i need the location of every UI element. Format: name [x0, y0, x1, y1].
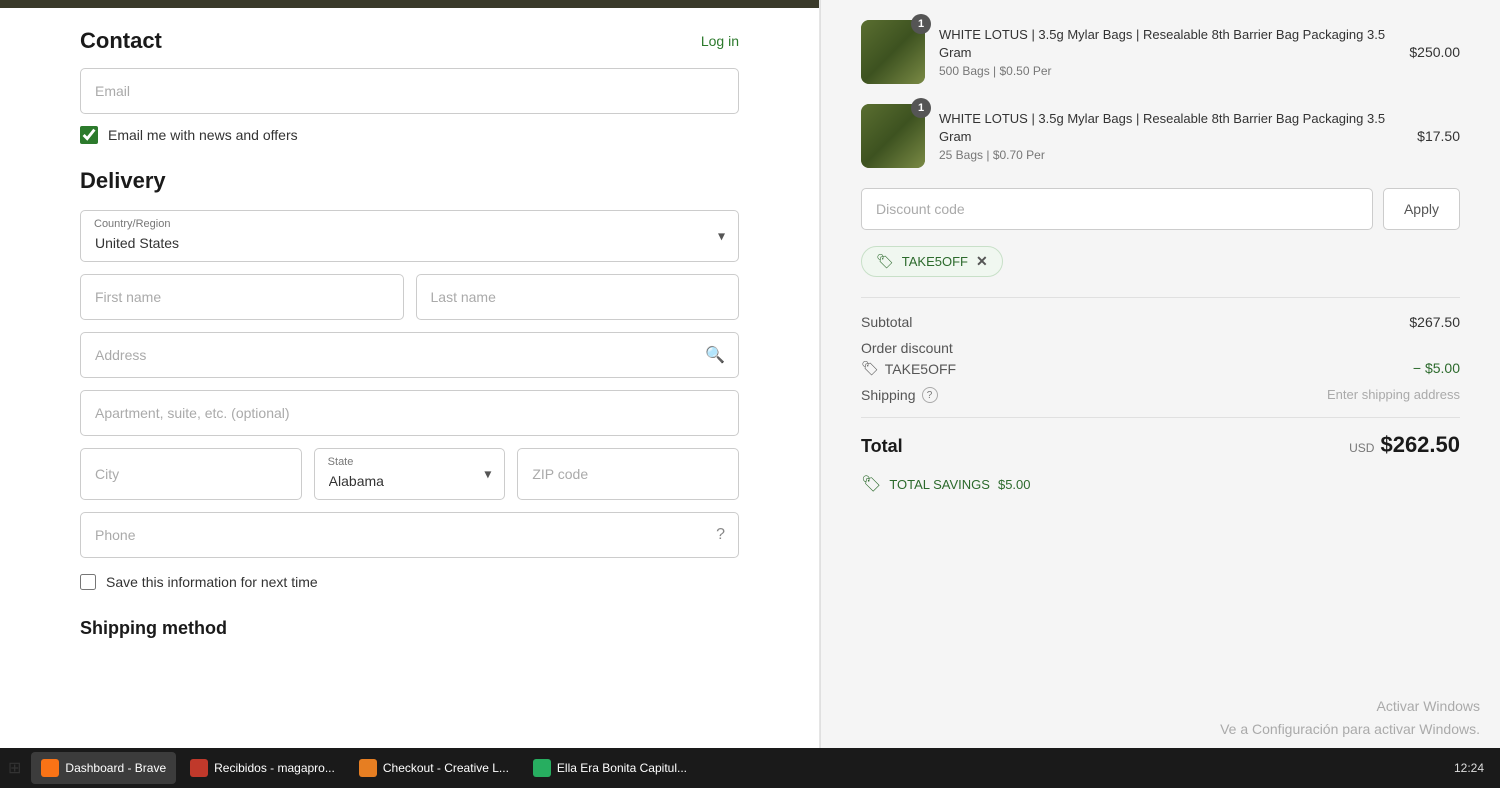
save-info-row: Save this information for next time — [80, 574, 739, 590]
taskbar-item-0[interactable]: Dashboard - Brave — [31, 752, 176, 784]
shipping-method-title: Shipping method — [80, 618, 739, 639]
remove-coupon-icon[interactable]: ✕ — [976, 253, 988, 270]
shipping-label: Shipping ? — [861, 387, 938, 403]
shipping-value: Enter shipping address — [1327, 387, 1460, 403]
activate-title: Activar Windows — [1220, 695, 1480, 717]
taskbar-label-1: Recibidos - magapro... — [214, 761, 335, 775]
country-region-wrapper: Country/Region United States Canada Unit… — [80, 210, 739, 262]
savings-label: TOTAL SAVINGS — [889, 477, 990, 492]
zip-field[interactable] — [517, 448, 739, 500]
help-icon[interactable]: ? — [716, 526, 725, 544]
total-label: Total — [861, 436, 903, 457]
contact-title: Contact — [80, 28, 162, 54]
discount-value: − $5.00 — [1413, 360, 1460, 377]
item-1-badge: 1 — [911, 14, 931, 34]
item-2-image-wrapper: 1 — [861, 104, 925, 168]
banner — [0, 0, 819, 8]
item-2-detail: 25 Bags | $0.70 Per — [939, 148, 1403, 162]
left-panel: Contact Log in Email me with news and of… — [0, 0, 820, 788]
total-value-wrapper: USD $262.50 — [1349, 432, 1460, 458]
shipping-row: Shipping ? Enter shipping address — [861, 387, 1460, 403]
windows-start-button[interactable]: ⊞ — [8, 758, 21, 778]
item-2-price: $17.50 — [1417, 128, 1460, 144]
taskbar-icon-0 — [41, 759, 59, 777]
coupon-code-label: TAKE5OFF — [902, 254, 968, 269]
delivery-section: Delivery Country/Region United States Ca… — [80, 168, 739, 639]
item-2-info: WHITE LOTUS | 3.5g Mylar Bags | Resealab… — [939, 110, 1403, 162]
name-row — [80, 274, 739, 320]
item-2-badge: 1 — [911, 98, 931, 118]
page-wrapper: Contact Log in Email me with news and of… — [0, 0, 1500, 788]
total-amount: $262.50 — [1380, 432, 1460, 458]
first-name-field[interactable] — [80, 274, 404, 320]
taskbar-icon-2 — [359, 759, 377, 777]
item-2-name: WHITE LOTUS | 3.5g Mylar Bags | Resealab… — [939, 110, 1403, 146]
order-item-1: 1 WHITE LOTUS | 3.5g Mylar Bags | Reseal… — [861, 20, 1460, 84]
taskbar-label-3: Ella Era Bonita Capitul... — [557, 761, 687, 775]
state-wrapper: State Alabama Alaska Arizona California … — [314, 448, 506, 500]
address-wrapper: 🔍 — [80, 332, 739, 378]
email-field[interactable] — [80, 68, 739, 114]
taskbar-item-3[interactable]: Ella Era Bonita Capitul... — [523, 752, 697, 784]
total-currency: USD — [1349, 441, 1374, 455]
taskbar: ⊞ Dashboard - Brave Recibidos - magapro.… — [0, 748, 1500, 788]
save-info-checkbox[interactable] — [80, 574, 96, 590]
tag-icon: 🏷 — [876, 253, 894, 270]
taskbar-label-2: Checkout - Creative L... — [383, 761, 509, 775]
save-info-label: Save this information for next time — [106, 574, 318, 590]
city-state-zip-row: State Alabama Alaska Arizona California … — [80, 448, 739, 500]
order-discount-coupon: 🏷 TAKE5OFF − $5.00 — [861, 360, 1460, 377]
last-name-field[interactable] — [416, 274, 740, 320]
subtotal-value: $267.50 — [1409, 314, 1460, 330]
discount-tag-icon: 🏷 — [861, 360, 879, 377]
discount-input[interactable] — [861, 188, 1373, 230]
log-in-link[interactable]: Log in — [701, 33, 739, 49]
coupon-name-row: 🏷 TAKE5OFF — [861, 360, 956, 377]
phone-field[interactable] — [80, 512, 739, 558]
state-select[interactable]: Alabama Alaska Arizona California — [314, 448, 506, 500]
subtotal-label: Subtotal — [861, 314, 912, 330]
discount-row: Apply — [861, 188, 1460, 230]
taskbar-time: 12:24 — [1454, 761, 1484, 775]
address-field[interactable] — [80, 332, 739, 378]
apt-row — [80, 390, 739, 436]
item-1-info: WHITE LOTUS | 3.5g Mylar Bags | Resealab… — [939, 26, 1395, 78]
discount-coupon-name: TAKE5OFF — [885, 361, 956, 377]
item-1-name: WHITE LOTUS | 3.5g Mylar Bags | Resealab… — [939, 26, 1395, 62]
taskbar-icon-1 — [190, 759, 208, 777]
order-discount-label: Order discount — [861, 340, 1460, 356]
newsletter-label: Email me with news and offers — [108, 127, 298, 143]
coupon-tag: 🏷 TAKE5OFF ✕ — [861, 246, 1003, 277]
newsletter-row: Email me with news and offers — [80, 126, 739, 144]
item-1-price: $250.00 — [1409, 44, 1460, 60]
taskbar-item-1[interactable]: Recibidos - magapro... — [180, 752, 345, 784]
taskbar-right: 12:24 — [1446, 761, 1492, 775]
shipping-label-text: Shipping — [861, 387, 916, 403]
total-row: Total USD $262.50 — [861, 417, 1460, 458]
apt-field[interactable] — [80, 390, 739, 436]
taskbar-label-0: Dashboard - Brave — [65, 761, 166, 775]
item-1-detail: 500 Bags | $0.50 Per — [939, 64, 1395, 78]
activate-windows-notice: Activar Windows Ve a Configuración para … — [1220, 695, 1480, 740]
city-field[interactable] — [80, 448, 302, 500]
order-discount-row: Order discount 🏷 TAKE5OFF − $5.00 — [861, 340, 1460, 377]
apply-button[interactable]: Apply — [1383, 188, 1460, 230]
right-panel: 1 WHITE LOTUS | 3.5g Mylar Bags | Reseal… — [820, 0, 1500, 788]
activate-subtitle: Ve a Configuración para activar Windows. — [1220, 718, 1480, 740]
item-1-image-wrapper: 1 — [861, 20, 925, 84]
savings-icon: 🏷 — [861, 474, 881, 494]
newsletter-checkbox[interactable] — [80, 126, 98, 144]
savings-amount: $5.00 — [998, 477, 1031, 492]
order-item-2: 1 WHITE LOTUS | 3.5g Mylar Bags | Reseal… — [861, 104, 1460, 168]
taskbar-icon-3 — [533, 759, 551, 777]
order-summary: Subtotal $267.50 Order discount 🏷 TAKE5O… — [861, 297, 1460, 494]
subtotal-row: Subtotal $267.50 — [861, 314, 1460, 330]
phone-wrapper: ? — [80, 512, 739, 558]
savings-row: 🏷 TOTAL SAVINGS $5.00 — [861, 474, 1460, 494]
shipping-info-icon[interactable]: ? — [922, 387, 938, 403]
delivery-title: Delivery — [80, 168, 739, 194]
contact-section-header: Contact Log in — [80, 28, 739, 54]
country-select[interactable]: United States Canada United Kingdom — [80, 210, 739, 262]
taskbar-item-2[interactable]: Checkout - Creative L... — [349, 752, 519, 784]
